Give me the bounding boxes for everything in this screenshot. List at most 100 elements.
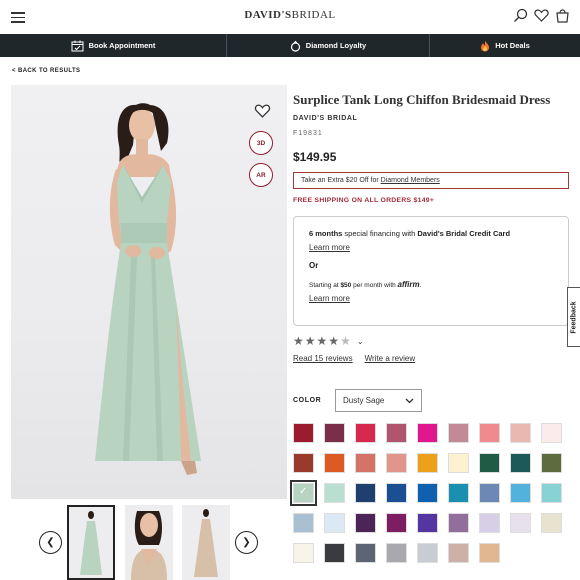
view-ar-button[interactable]: AR xyxy=(249,163,273,187)
affirm-suffix: per month with xyxy=(351,282,398,289)
financing-text: special financing with xyxy=(342,229,418,238)
affirm-logo: affirm xyxy=(397,280,420,289)
star-icon: ★ xyxy=(293,334,304,348)
color-swatch[interactable] xyxy=(510,423,531,443)
color-swatch[interactable] xyxy=(448,453,469,473)
read-reviews-link[interactable]: Read 15 reviews xyxy=(293,354,353,363)
thumbnail-prev-button[interactable]: ❮ xyxy=(39,531,62,554)
bag-icon[interactable] xyxy=(555,8,570,23)
color-swatch[interactable] xyxy=(510,513,531,533)
color-swatch[interactable] xyxy=(448,483,469,503)
color-swatch[interactable] xyxy=(541,513,562,533)
chevron-down-icon[interactable]: ⌄ xyxy=(357,337,364,346)
wishlist-heart-icon[interactable] xyxy=(254,103,271,119)
color-swatch[interactable] xyxy=(417,423,438,443)
learn-more-credit-link[interactable]: Learn more xyxy=(309,243,350,252)
color-swatch[interactable] xyxy=(417,453,438,473)
view-3d-button[interactable]: 3D xyxy=(249,131,273,155)
learn-more-affirm-link[interactable]: Learn more xyxy=(309,294,350,303)
color-swatch[interactable] xyxy=(293,513,314,533)
affirm-amount: $50 xyxy=(340,282,352,289)
color-swatch[interactable] xyxy=(479,453,500,473)
chevron-right-icon: ❯ xyxy=(242,537,251,548)
write-review-link[interactable]: Write a review xyxy=(365,354,416,363)
logo-text-bold: DAVID'S xyxy=(244,9,292,21)
thumbnail-1[interactable] xyxy=(67,505,115,580)
color-swatch[interactable] xyxy=(324,453,345,473)
color-swatch[interactable] xyxy=(510,483,531,503)
color-swatch[interactable] xyxy=(417,483,438,503)
nav-book-appointment[interactable]: Book Appointment xyxy=(0,34,227,57)
nav-label: Book Appointment xyxy=(88,41,156,50)
color-swatch[interactable] xyxy=(479,513,500,533)
thumbnail-3[interactable] xyxy=(182,505,230,580)
color-swatch[interactable] xyxy=(355,483,376,503)
search-icon[interactable] xyxy=(513,8,528,23)
star-empty-icon: ★ xyxy=(340,334,351,348)
nav-diamond-loyalty[interactable]: Diamond Loyalty xyxy=(227,34,430,57)
feedback-label: Feedback xyxy=(570,300,578,334)
color-swatch[interactable] xyxy=(293,423,314,443)
color-swatch[interactable] xyxy=(324,423,345,443)
reviews-links: Read 15 reviews Write a review xyxy=(293,354,415,363)
color-label: COLOR xyxy=(293,397,322,404)
color-swatch[interactable] xyxy=(293,543,314,563)
ring-icon xyxy=(290,40,300,52)
color-swatch[interactable] xyxy=(541,423,562,443)
color-swatch[interactable] xyxy=(448,543,469,563)
color-swatch[interactable] xyxy=(355,513,376,533)
thumbnail-dress-back xyxy=(194,509,218,577)
color-swatch[interactable] xyxy=(324,483,345,503)
dress-model-illustration xyxy=(95,103,201,475)
thumbnail-2[interactable] xyxy=(125,505,173,580)
color-swatch[interactable] xyxy=(541,453,562,473)
financing-card-name: David's Bridal Credit Card xyxy=(417,229,511,238)
financing-months: 6 months xyxy=(309,229,343,238)
color-select[interactable]: Dusty Sage xyxy=(335,389,422,412)
thumbnail-portrait xyxy=(131,511,167,580)
star-icon: ★ xyxy=(328,334,340,348)
color-swatch[interactable] xyxy=(386,513,407,533)
heart-icon[interactable] xyxy=(534,8,549,23)
color-swatch[interactable] xyxy=(479,423,500,443)
product-main-image[interactable]: 3D AR xyxy=(11,85,287,499)
color-swatch[interactable] xyxy=(324,513,345,533)
star-icon: ★ xyxy=(316,334,328,348)
site-logo[interactable]: DAVID'SBRIDAL xyxy=(0,9,580,21)
logo-text-light: BRIDAL xyxy=(291,9,336,21)
color-swatch[interactable] xyxy=(417,543,438,563)
color-swatch[interactable] xyxy=(386,423,407,443)
nav-hot-deals[interactable]: Hot Deals xyxy=(430,34,580,57)
color-swatch[interactable] xyxy=(541,483,562,503)
color-swatch[interactable] xyxy=(324,543,345,563)
color-swatch[interactable] xyxy=(510,453,531,473)
diamond-members-link[interactable]: Diamond Members xyxy=(381,177,440,184)
financing-box: 6 months special financing with David's … xyxy=(293,216,569,326)
back-to-results-link[interactable]: < BACK TO RESULTS xyxy=(12,68,80,74)
color-swatch[interactable] xyxy=(293,453,314,473)
color-swatch[interactable] xyxy=(355,543,376,563)
diamond-members-promo: Take an Extra $20 Off for Diamond Member… xyxy=(293,172,569,189)
color-swatch[interactable] xyxy=(386,543,407,563)
color-swatch[interactable] xyxy=(355,423,376,443)
promo-text: Take an Extra $20 Off for xyxy=(301,177,381,184)
chevron-down-icon xyxy=(405,398,414,403)
color-swatch[interactable] xyxy=(386,453,407,473)
star-icon: ★ xyxy=(304,334,316,348)
site-header: DAVID'SBRIDAL xyxy=(0,0,580,34)
color-swatch[interactable] xyxy=(386,483,407,503)
color-swatch[interactable] xyxy=(417,513,438,533)
free-shipping-notice: FREE SHIPPING ON ALL ORDERS $149+ xyxy=(293,197,435,204)
color-swatch[interactable] xyxy=(479,543,500,563)
color-swatch[interactable] xyxy=(355,453,376,473)
color-swatch[interactable] xyxy=(448,513,469,533)
feedback-tab[interactable]: Feedback xyxy=(567,287,580,347)
color-swatch[interactable]: ✓ xyxy=(290,480,317,506)
rating-stars[interactable]: ★ ★ ★ ★ ★ ⌄ xyxy=(293,334,364,348)
color-swatch[interactable] xyxy=(448,423,469,443)
color-select-value: Dusty Sage xyxy=(343,396,385,405)
color-swatch-grid: ✓ xyxy=(290,423,562,563)
color-swatch[interactable] xyxy=(479,483,500,503)
thumbnail-next-button[interactable]: ❯ xyxy=(235,531,258,554)
financing-or: Or xyxy=(309,261,319,270)
